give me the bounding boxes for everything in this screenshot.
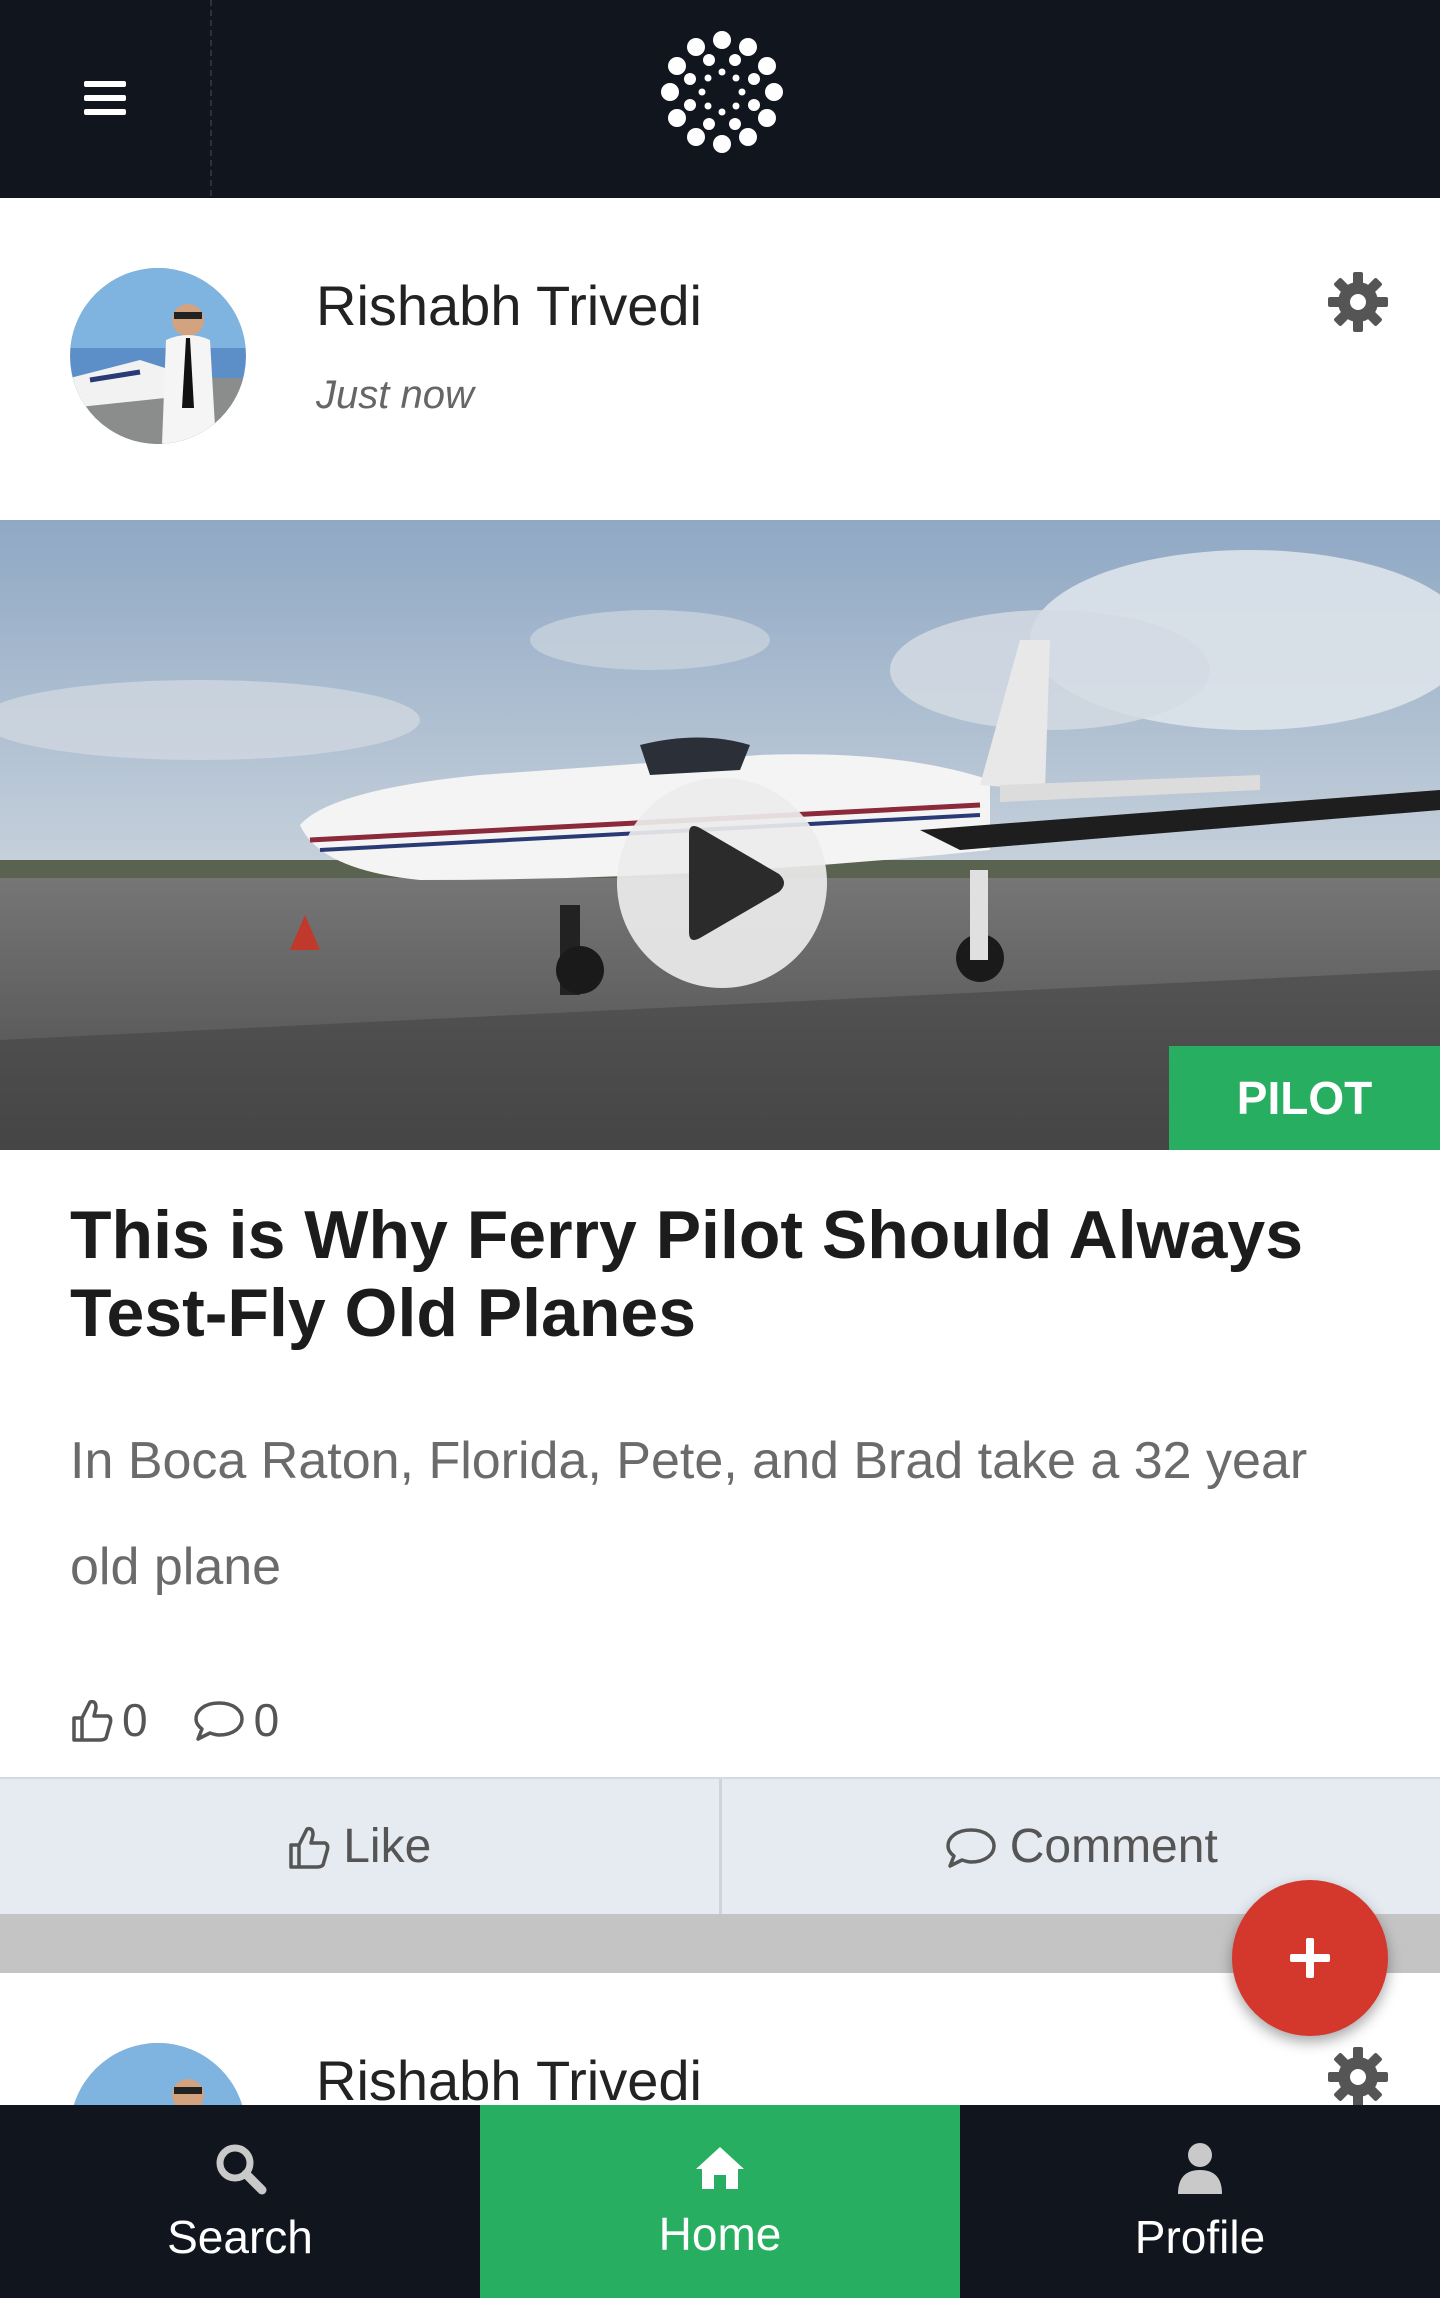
author-avatar[interactable] xyxy=(70,2043,246,2105)
post-action-bar: Like Comment xyxy=(0,1777,1440,1917)
comments-count: 0 xyxy=(192,1693,280,1747)
nav-profile[interactable]: Profile xyxy=(960,2105,1440,2298)
author-avatar[interactable] xyxy=(70,268,246,444)
post-stats: 0 0 xyxy=(70,1690,323,1750)
play-button[interactable] xyxy=(617,778,827,988)
hamburger-icon xyxy=(84,81,126,115)
nav-profile-label: Profile xyxy=(1134,2210,1266,2263)
comment-icon xyxy=(193,1701,244,1741)
menu-button[interactable] xyxy=(0,0,212,196)
likes-count-value: 0 xyxy=(122,1694,148,1746)
comments-count-value: 0 xyxy=(253,1694,280,1746)
post-header: Rishabh Trivedi Just now xyxy=(0,198,1440,520)
thumbs-up-icon xyxy=(72,1699,113,1742)
comment-label: Comment xyxy=(1009,1820,1218,1873)
play-icon xyxy=(689,826,784,940)
plus-icon xyxy=(1290,1938,1330,1978)
author-name[interactable]: Rishabh Trivedi xyxy=(316,2048,702,2105)
nav-search[interactable]: Search xyxy=(0,2105,480,2298)
nav-home-label: Home xyxy=(658,2207,782,2260)
home-icon xyxy=(696,2146,744,2189)
gear-icon[interactable] xyxy=(1326,270,1390,334)
search-icon xyxy=(216,2144,267,2194)
feed-separator xyxy=(0,1917,1440,1973)
likes-count: 0 xyxy=(70,1693,148,1747)
top-app-bar xyxy=(0,0,1440,198)
user-icon xyxy=(1178,2142,1222,2194)
nav-search-label: Search xyxy=(167,2210,313,2263)
bottom-navigation: Search Home Profile xyxy=(0,2105,1440,2298)
author-name[interactable]: Rishabh Trivedi xyxy=(316,273,702,338)
thumbs-up-icon xyxy=(289,1826,330,1869)
post-excerpt: In Boca Raton, Florida, Pete, and Brad t… xyxy=(70,1432,1308,1596)
add-post-button[interactable] xyxy=(1232,1880,1388,2036)
like-label: Like xyxy=(343,1820,432,1873)
gear-icon[interactable] xyxy=(1326,2045,1390,2105)
category-tag[interactable]: PILOT xyxy=(1169,1046,1440,1150)
post-title[interactable]: This is Why Ferry Pilot Should Always Te… xyxy=(70,1196,1390,1352)
comment-icon xyxy=(945,1827,996,1868)
like-button[interactable]: Like xyxy=(0,1779,719,1914)
app-logo[interactable] xyxy=(658,28,786,156)
nav-home[interactable]: Home xyxy=(480,2105,960,2298)
post-card-2: Rishabh Trivedi xyxy=(0,1973,1440,2105)
post-timestamp: Just now xyxy=(316,373,474,417)
